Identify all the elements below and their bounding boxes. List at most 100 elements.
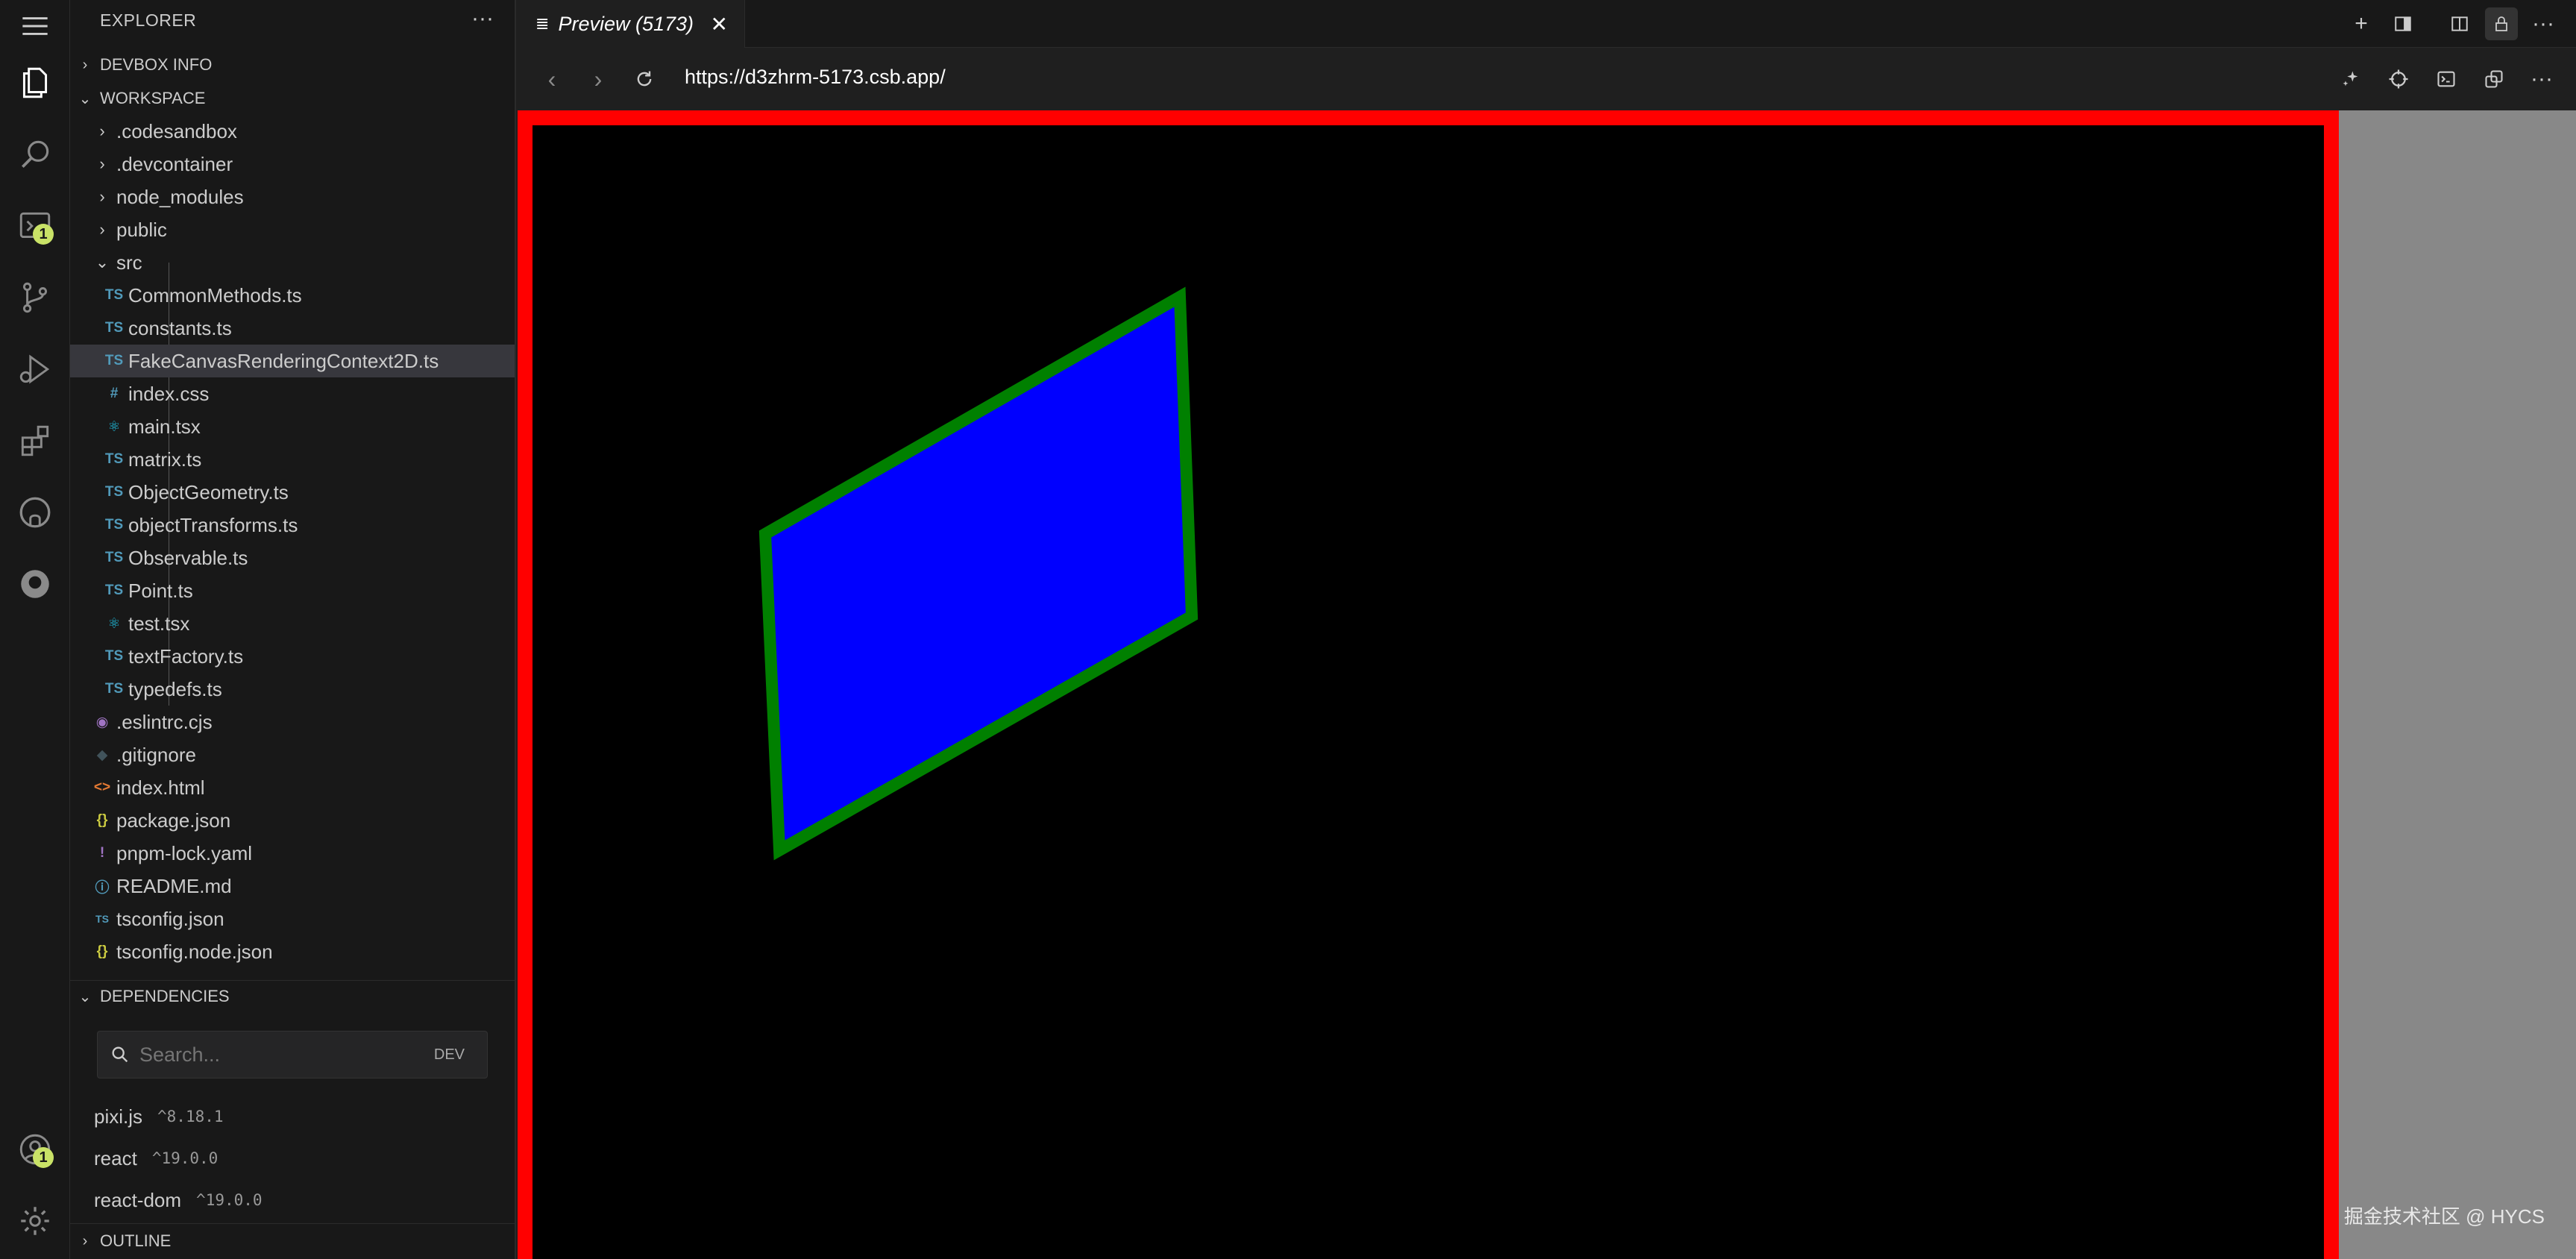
- file-row[interactable]: TS typedefs.ts: [70, 673, 515, 706]
- section-outline[interactable]: › OUTLINE: [70, 1225, 515, 1258]
- section-workspace[interactable]: ⌄ WORKSPACE: [70, 82, 515, 115]
- run-debug-icon[interactable]: [12, 346, 58, 392]
- more-actions-icon[interactable]: ···: [2527, 7, 2560, 40]
- file-row[interactable]: TS textFactory.ts: [70, 640, 515, 673]
- file-label: Observable.ts: [128, 546, 248, 569]
- chevron-right-icon: ›: [99, 187, 105, 206]
- file-row[interactable]: ◆ .gitignore: [70, 738, 515, 771]
- file-row[interactable]: TS objectTransforms.ts: [70, 509, 515, 541]
- file-row[interactable]: ⓘ README.md: [70, 870, 515, 902]
- more-icon[interactable]: ···: [2525, 63, 2558, 95]
- close-icon[interactable]: ✕: [711, 12, 728, 37]
- forward-icon[interactable]: ›: [582, 63, 615, 95]
- file-label: index.css: [128, 382, 210, 405]
- file-label: constants.ts: [128, 316, 232, 339]
- section-devbox-info[interactable]: › DEVBOX INFO: [70, 48, 515, 81]
- chevron-down-icon: ⌄: [78, 90, 92, 107]
- typescript-file-icon: TS: [104, 287, 124, 303]
- file-label: objectTransforms.ts: [128, 513, 298, 536]
- account-icon[interactable]: 1: [12, 1126, 58, 1172]
- file-row[interactable]: TS constants.ts: [70, 312, 515, 345]
- file-row[interactable]: <> index.html: [70, 771, 515, 804]
- file-row[interactable]: ⚛ main.tsx: [70, 410, 515, 443]
- file-label: .gitignore: [116, 743, 196, 766]
- url-field[interactable]: https://d3zhrm-5173.csb.app/: [685, 66, 946, 89]
- back-icon[interactable]: ‹: [535, 63, 568, 95]
- github-icon[interactable]: [12, 489, 58, 536]
- folder-label: src: [116, 251, 142, 274]
- file-row-selected[interactable]: TS FakeCanvasRenderingContext2D.ts: [70, 345, 515, 377]
- preview-canvas[interactable]: [533, 125, 2324, 1259]
- chevron-right-icon: ›: [99, 122, 105, 140]
- github-actions-icon[interactable]: [12, 561, 58, 607]
- source-control-icon[interactable]: [12, 274, 58, 321]
- browser-url-bar: ‹ › https://d3zhrm-5173.csb.app/ ···: [516, 48, 2576, 110]
- crosshair-icon[interactable]: [2382, 63, 2415, 95]
- dependency-item[interactable]: react ^19.0.0: [94, 1140, 218, 1177]
- dependency-item[interactable]: pixi.js ^8.18.1: [94, 1098, 224, 1135]
- file-row[interactable]: ◉ .eslintrc.cjs: [70, 706, 515, 738]
- section-dependencies[interactable]: ⌄ DEPENDENCIES: [70, 980, 515, 1013]
- reload-icon[interactable]: [628, 63, 661, 95]
- tab-bar: ≣ Preview (5173) ✕ + ···: [516, 0, 2576, 48]
- tab-label: Preview (5173): [558, 12, 694, 35]
- open-external-icon[interactable]: [2478, 63, 2510, 95]
- folder-codesandbox[interactable]: › .codesandbox: [70, 115, 515, 148]
- file-row[interactable]: ⚛ test.tsx: [70, 607, 515, 640]
- file-row[interactable]: {} package.json: [70, 804, 515, 837]
- dependency-item[interactable]: react-dom ^19.0.0: [94, 1181, 263, 1219]
- eslint-file-icon: ◉: [95, 714, 109, 730]
- file-row[interactable]: TS CommonMethods.ts: [70, 279, 515, 312]
- toggle-panel-icon[interactable]: [2387, 7, 2419, 40]
- chevron-right-icon: ›: [99, 154, 105, 173]
- menu-icon[interactable]: [12, 3, 58, 49]
- tab-preview[interactable]: ≣ Preview (5173) ✕: [516, 0, 745, 48]
- search-icon[interactable]: [12, 131, 58, 178]
- section-label: DEVBOX INFO: [100, 55, 213, 74]
- section-label: DEPENDENCIES: [100, 987, 230, 1005]
- file-row[interactable]: TS tsconfig.json: [70, 902, 515, 935]
- terminal-badge: 1: [33, 224, 54, 245]
- dependency-name: pixi.js: [94, 1105, 143, 1128]
- file-row[interactable]: {} tsconfig.node.json: [70, 935, 515, 968]
- settings-gear-icon[interactable]: [12, 1198, 58, 1244]
- file-row[interactable]: TS Point.ts: [70, 574, 515, 607]
- dependency-search-box[interactable]: DEV: [97, 1031, 488, 1079]
- lock-icon[interactable]: [2485, 7, 2518, 40]
- console-icon[interactable]: [2430, 63, 2463, 95]
- new-tab-icon[interactable]: +: [2345, 7, 2378, 40]
- react-file-icon: ⚛: [107, 418, 121, 435]
- explorer-more-icon[interactable]: ···: [471, 6, 494, 31]
- sparkle-icon[interactable]: [2334, 63, 2367, 95]
- extensions-icon[interactable]: [12, 418, 58, 464]
- chevron-right-icon: ›: [82, 56, 88, 73]
- info-file-icon: ⓘ: [95, 879, 110, 896]
- folder-label: .devcontainer: [116, 152, 233, 175]
- split-editor-icon[interactable]: [2443, 7, 2476, 40]
- file-row[interactable]: TS matrix.ts: [70, 443, 515, 476]
- explorer-icon[interactable]: [12, 60, 58, 106]
- typescript-file-icon: TS: [104, 451, 124, 467]
- file-label: FakeCanvasRenderingContext2D.ts: [128, 349, 439, 372]
- file-label: index.html: [116, 776, 205, 799]
- folder-devcontainer[interactable]: › .devcontainer: [70, 148, 515, 180]
- terminal-icon[interactable]: 1: [12, 203, 58, 249]
- folder-label: node_modules: [116, 185, 244, 208]
- folder-public[interactable]: › public: [70, 213, 515, 246]
- explorer-sidebar: EXPLORER ··· › DEVBOX INFO ⌄ WORKSPACE ›…: [70, 0, 516, 1259]
- typescript-file-icon: TS: [104, 648, 124, 664]
- file-row[interactable]: TS ObjectGeometry.ts: [70, 476, 515, 509]
- file-row[interactable]: ! pnpm-lock.yaml: [70, 837, 515, 870]
- file-row[interactable]: # index.css: [70, 377, 515, 410]
- typescript-file-icon: TS: [104, 681, 124, 697]
- file-row[interactable]: TS Observable.ts: [70, 541, 515, 574]
- react-file-icon: ⚛: [107, 615, 121, 632]
- folder-src[interactable]: ⌄ src: [70, 246, 515, 279]
- folder-node-modules[interactable]: › node_modules: [70, 180, 515, 213]
- dev-toggle[interactable]: DEV: [434, 1046, 465, 1064]
- file-label: pnpm-lock.yaml: [116, 841, 253, 864]
- file-label: textFactory.ts: [128, 644, 244, 668]
- dependency-search-input[interactable]: [138, 1042, 434, 1067]
- preview-icon: ≣: [535, 14, 550, 33]
- folder-label: public: [116, 218, 167, 241]
